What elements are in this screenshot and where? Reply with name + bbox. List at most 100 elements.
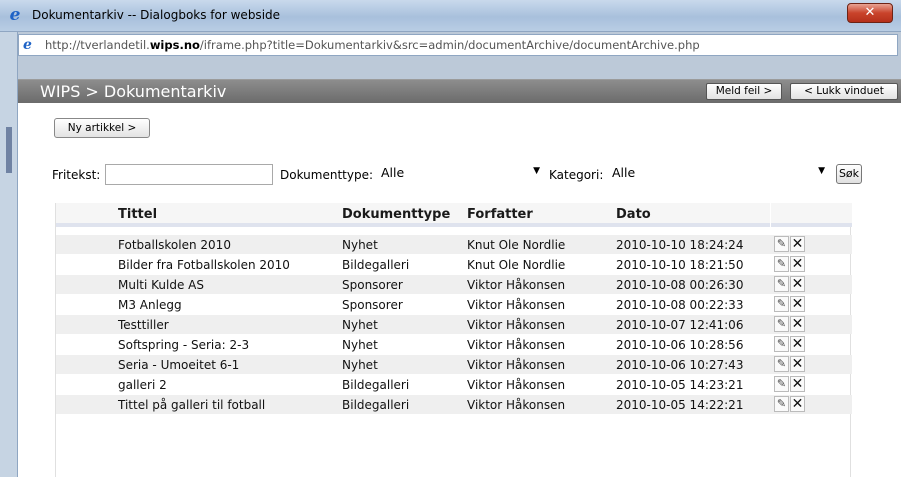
cell-title[interactable]: Testtiller [118,318,169,332]
edit-icon[interactable]: ✎ [774,316,789,332]
doctype-selected: Alle [381,165,405,180]
table-row[interactable]: Tittel på galleri til fotball Bildegaller… [56,395,852,414]
column-header-title[interactable]: Tittel [118,207,157,222]
cell-date: 2010-10-07 12:41:06 [616,318,744,332]
delete-icon[interactable]: ✕ [790,396,805,412]
freetext-label: Fritekst: [52,168,101,182]
new-article-button[interactable]: Ny artikkel > [54,118,150,138]
column-header-date[interactable]: Dato [616,207,651,222]
table-row[interactable]: M3 Anlegg Sponsorer Viktor Håkonsen 2010-10… [56,295,852,314]
table-row[interactable]: Multi Kulde AS Sponsorer Viktor Håkonsen 20… [56,275,852,294]
page-icon: e [23,37,32,53]
cell-date: 2010-10-05 14:23:21 [616,378,744,392]
delete-icon[interactable]: ✕ [790,316,805,332]
ie-logo-icon: e [9,5,21,25]
row-actions: ✎ ✕ [774,356,805,373]
edit-icon[interactable]: ✎ [774,256,789,272]
delete-icon[interactable]: ✕ [790,256,805,272]
cell-doctype: Bildegalleri [342,258,410,272]
close-window-button[interactable]: < Lukk vinduet [790,83,898,100]
table-row[interactable]: Testtiller Nyhet Viktor Håkonsen 2010-10-07… [56,315,852,334]
delete-icon[interactable]: ✕ [790,236,805,252]
delete-icon[interactable]: ✕ [790,296,805,312]
chevron-down-icon: ▼ [818,166,825,176]
edit-icon[interactable]: ✎ [774,336,789,352]
cell-title[interactable]: Seria - Umoeitet 6-1 [118,358,239,372]
cell-doctype: Sponsorer [342,298,403,312]
table-row[interactable]: galleri 2 Bildegalleri Viktor Håkonsen 2010… [56,375,852,394]
frame-marker [6,127,12,173]
window-close-button[interactable]: ✕ [847,3,893,23]
column-separator [770,203,771,227]
window-titlebar: e Dokumentarkiv -- Dialogboks for websid… [0,0,901,32]
table-row[interactable]: Bilder fra Fotballskolen 2010 Bildegaller… [56,255,852,274]
window-title: Dokumentarkiv -- Dialogboks for webside [32,8,281,22]
app-header: WIPS > Dokumentarkiv Meld feil > < Lukk … [18,79,901,103]
edit-icon[interactable]: ✎ [774,356,789,372]
cell-doctype: Nyhet [342,318,378,332]
category-selected: Alle [612,165,636,180]
row-actions: ✎ ✕ [774,316,805,333]
cell-doctype: Nyhet [342,358,378,372]
cell-title[interactable]: Bilder fra Fotballskolen 2010 [118,258,290,272]
app-title: WIPS > Dokumentarkiv [40,82,227,101]
report-error-button[interactable]: Meld feil > [706,83,782,100]
cell-date: 2010-10-08 00:22:33 [616,298,744,312]
cell-title[interactable]: Softspring - Seria: 2-3 [118,338,249,352]
row-actions: ✎ ✕ [774,336,805,353]
cell-doctype: Nyhet [342,238,378,252]
cell-author: Viktor Håkonsen [467,378,566,392]
edit-icon[interactable]: ✎ [774,296,789,312]
cell-author: Knut Ole Nordlie [467,238,566,252]
delete-icon[interactable]: ✕ [790,336,805,352]
table-row[interactable]: Fotballskolen 2010 Nyhet Knut Ole Nordlie 2… [56,235,852,254]
edit-icon[interactable]: ✎ [774,396,789,412]
table-header: Tittel Dokumenttype Forfatter Dato [56,203,852,227]
edit-icon[interactable]: ✎ [774,276,789,292]
edit-icon[interactable]: ✎ [774,236,789,252]
row-actions: ✎ ✕ [774,376,805,393]
cell-author: Knut Ole Nordlie [467,258,566,272]
column-header-doctype[interactable]: Dokumenttype [342,207,450,222]
table-row[interactable]: Seria - Umoeitet 6-1 Nyhet Viktor Håkonsen… [56,355,852,374]
cell-title[interactable]: Multi Kulde AS [118,278,204,292]
cell-title[interactable]: galleri 2 [118,378,167,392]
filter-bar: Fritekst: Dokumenttype: Alle ▼ Kategori:… [18,162,901,186]
doctype-select[interactable]: Alle ▼ [376,163,546,184]
cell-doctype: Bildegalleri [342,378,410,392]
chevron-down-icon: ▼ [533,166,540,176]
cell-title[interactable]: Tittel på galleri til fotball [118,398,265,412]
category-select[interactable]: Alle ▼ [607,163,831,184]
cell-title[interactable]: M3 Anlegg [118,298,182,312]
column-header-author[interactable]: Forfatter [467,207,533,222]
row-actions: ✎ ✕ [774,256,805,273]
cell-author: Viktor Håkonsen [467,338,566,352]
cell-author: Viktor Håkonsen [467,318,566,332]
cell-author: Viktor Håkonsen [467,358,566,372]
row-actions: ✎ ✕ [774,296,805,313]
delete-icon[interactable]: ✕ [790,376,805,392]
search-button[interactable]: Søk [836,164,862,184]
table-row[interactable]: Softspring - Seria: 2-3 Nyhet Viktor Håkon… [56,335,852,354]
document-table: Tittel Dokumenttype Forfatter Dato Fotba… [55,203,852,477]
left-frame [0,32,18,477]
delete-icon[interactable]: ✕ [790,356,805,372]
cell-title[interactable]: Fotballskolen 2010 [118,238,231,252]
cell-date: 2010-10-08 00:26:30 [616,278,744,292]
cell-doctype: Sponsorer [342,278,403,292]
row-actions: ✎ ✕ [774,236,805,253]
edit-icon[interactable]: ✎ [774,376,789,392]
cell-doctype: Nyhet [342,338,378,352]
row-actions: ✎ ✕ [774,276,805,293]
cell-author: Viktor Håkonsen [467,298,566,312]
address-bar[interactable]: e http://tverlandetil.wips.no/iframe.php… [18,34,898,56]
row-actions: ✎ ✕ [774,396,805,413]
cell-author: Viktor Håkonsen [467,398,566,412]
cell-date: 2010-10-10 18:24:24 [616,238,744,252]
cell-date: 2010-10-05 14:22:21 [616,398,744,412]
freetext-input[interactable] [105,164,273,185]
cell-doctype: Bildegalleri [342,398,410,412]
cell-date: 2010-10-06 10:27:43 [616,358,744,372]
delete-icon[interactable]: ✕ [790,276,805,292]
doctype-label: Dokumenttype: [280,168,373,182]
